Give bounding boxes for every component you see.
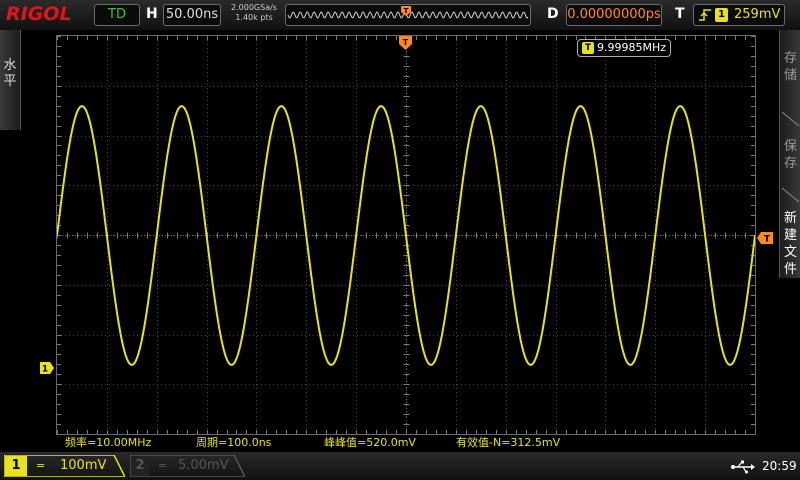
- channel-status-bar: 1 = 100mV 2 = 5.00mV: [0, 452, 800, 480]
- trigger-setting[interactable]: 1 259mV: [693, 4, 785, 26]
- ch1-tab[interactable]: 1 = 100mV: [4, 455, 125, 477]
- horizontal-menu-tab[interactable]: 水平: [0, 30, 21, 130]
- trigger-position-marker: T: [399, 36, 412, 52]
- acquisition-info: 2.000GSa/s 1.40k pts: [226, 3, 282, 23]
- ch1-coupling-icon: =: [36, 459, 46, 472]
- horizontal-menu-label: 水平: [3, 58, 17, 89]
- top-status-bar: RIGOL TD H 50.00ns 2.000GSa/s 1.40k pts …: [0, 0, 800, 30]
- measurement-frequency[interactable]: 频率=10.00MHz: [65, 436, 151, 450]
- ch1-offset-marker-label: 1: [42, 365, 48, 375]
- measurement-vpp[interactable]: 峰峰值=520.0mV: [324, 436, 416, 450]
- ch2-tab[interactable]: 2 = 5.00mV: [130, 455, 245, 477]
- menu-divider: [781, 111, 800, 127]
- menu-item-storage[interactable]: 存储: [782, 50, 799, 84]
- counter-source-badge: T: [582, 42, 594, 54]
- frequency-counter: T 9.99985MHz: [577, 39, 672, 57]
- horizontal-label: H: [146, 6, 158, 22]
- ch1-offset-marker[interactable]: 1: [40, 359, 54, 375]
- trigger-position-marker-label: T: [403, 38, 409, 47]
- measurement-period[interactable]: 周期=100.0ns: [196, 436, 271, 450]
- menu-item-new-file[interactable]: 新建文件: [782, 210, 799, 278]
- brand-logo: RIGOL: [6, 3, 72, 25]
- ch2-coupling-icon: =: [158, 459, 168, 472]
- waveform-grid: [57, 36, 755, 434]
- trigger-position-icon: T: [400, 2, 412, 16]
- ch2-scale: 5.00mV: [178, 458, 229, 473]
- frequency-counter-value: 9.99985MHz: [597, 41, 667, 54]
- menu-item-save[interactable]: 保存: [782, 138, 799, 172]
- rising-edge-icon: [699, 9, 711, 21]
- trigger-level-value: 259mV: [734, 7, 781, 22]
- usb-icon: [730, 459, 756, 474]
- trigger-source-badge: 1: [715, 8, 728, 22]
- delay-value[interactable]: 0.00000000ps: [566, 4, 662, 26]
- ch1-scale: 100mV: [60, 458, 107, 473]
- run-state-indicator[interactable]: TD: [94, 4, 140, 26]
- trigger-label: T: [675, 6, 685, 22]
- delay-label: D: [547, 6, 559, 22]
- waveform-display: [56, 35, 756, 435]
- measurement-vrms[interactable]: 有效值-N=312.5mV: [456, 436, 560, 450]
- clock-time: 20:59: [762, 459, 797, 473]
- menu-divider: [781, 187, 800, 203]
- memory-depth: 1.40k pts: [235, 13, 273, 22]
- svg-text:T: T: [404, 7, 409, 15]
- trigger-level-marker-label: T: [764, 235, 771, 245]
- ch1-number: 1: [11, 458, 21, 473]
- sample-rate: 2.000GSa/s: [231, 3, 277, 12]
- oscilloscope-screen: RIGOL TD H 50.00ns 2.000GSa/s 1.40k pts …: [0, 0, 800, 480]
- timebase-value[interactable]: 50.00ns: [163, 4, 221, 26]
- ch2-number: 2: [135, 458, 145, 473]
- trigger-level-marker[interactable]: T: [757, 229, 773, 245]
- right-softkey-menu: 存储 保存 新建文件: [779, 30, 800, 278]
